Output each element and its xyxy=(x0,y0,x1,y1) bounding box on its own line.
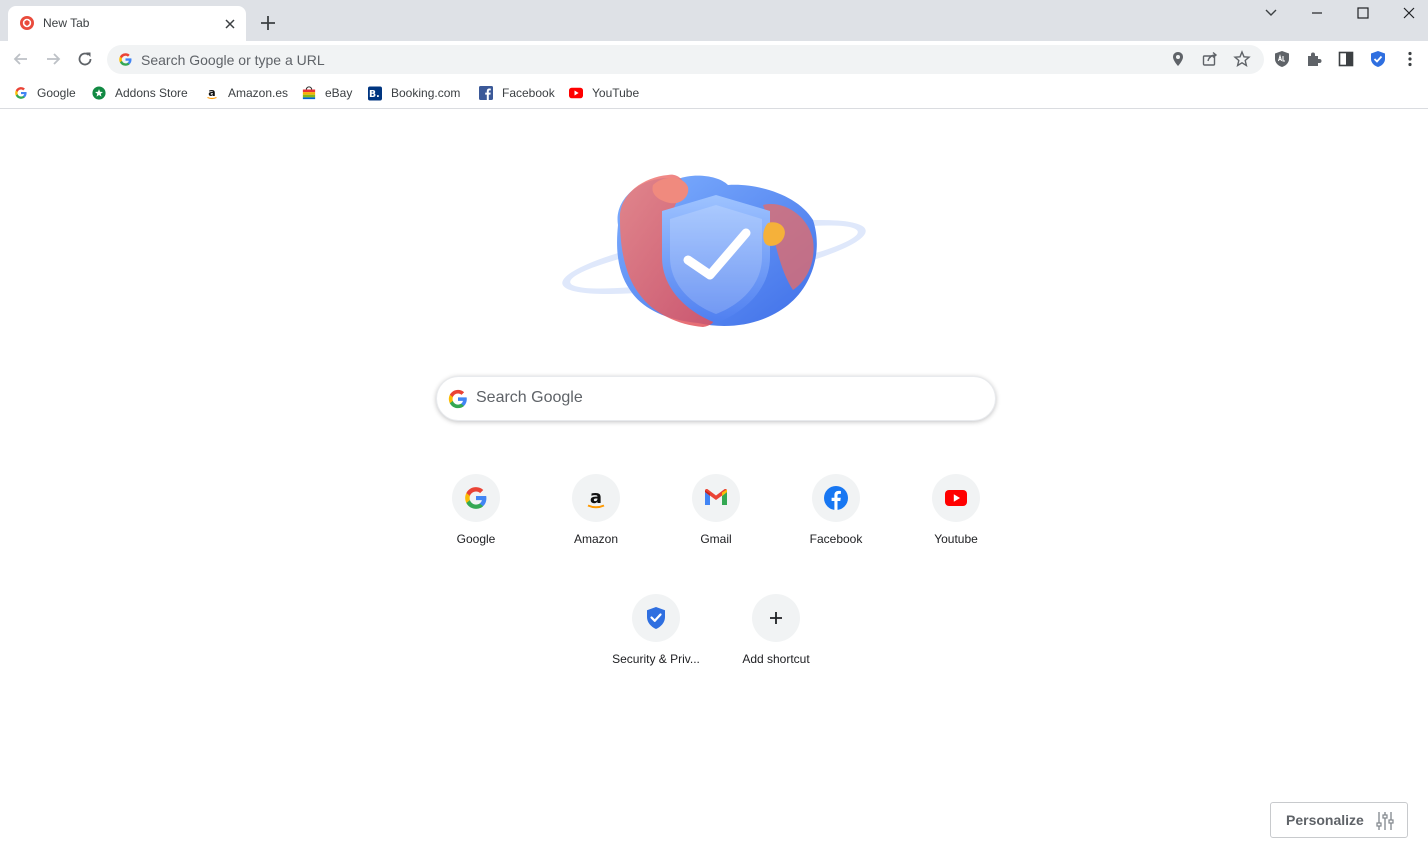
svg-text:a: a xyxy=(208,86,215,99)
address-bar[interactable]: Search Google or type a URL xyxy=(107,45,1264,74)
gmail-icon xyxy=(705,489,727,505)
bookmark-amazon[interactable]: a Amazon.es xyxy=(205,83,288,103)
bookmark-label: YouTube xyxy=(592,86,640,100)
shortcut-icon-circle: a xyxy=(572,474,620,522)
more-menu-icon[interactable] xyxy=(1400,49,1420,69)
google-icon xyxy=(465,487,487,509)
new-tab-button[interactable] xyxy=(258,13,278,33)
forward-arrow-icon[interactable] xyxy=(43,49,63,69)
minimize-window-icon[interactable] xyxy=(1307,4,1327,22)
shortcut-amazon[interactable]: a Amazon xyxy=(540,474,652,574)
amazon-icon: a xyxy=(587,487,605,509)
shortcut-icon-circle xyxy=(752,594,800,642)
bookmark-booking[interactable]: B. Booking.com xyxy=(368,83,460,103)
shortcut-gmail[interactable]: Gmail xyxy=(660,474,772,574)
sliders-icon xyxy=(1376,812,1394,830)
shortcut-facebook[interactable]: Facebook xyxy=(780,474,892,574)
bookmark-facebook[interactable]: Facebook xyxy=(479,83,555,103)
address-bar-placeholder: Search Google or type a URL xyxy=(141,52,325,68)
bookmark-youtube[interactable]: YouTube xyxy=(569,83,639,103)
youtube-icon xyxy=(569,86,583,100)
shortcut-label: Google xyxy=(456,532,496,546)
bookmarks-bar: Google Addons Store a Amazon.es eBay B. … xyxy=(0,77,1428,109)
bookmark-label: Booking.com xyxy=(391,86,461,100)
bookmark-addons-store[interactable]: Addons Store xyxy=(92,83,188,103)
security-hero-illustration xyxy=(562,174,866,327)
shortcut-icon-circle xyxy=(692,474,740,522)
shortcut-label: Gmail xyxy=(700,532,732,546)
bookmark-google[interactable]: Google xyxy=(14,83,76,103)
shortcut-icon-circle xyxy=(452,474,500,522)
tab-search-icon[interactable] xyxy=(1261,4,1281,22)
browser-logo-icon xyxy=(20,16,34,30)
shortcut-security-privacy[interactable]: Security & Priv... xyxy=(600,594,712,694)
bookmark-label: Facebook xyxy=(502,86,555,100)
close-window-icon[interactable] xyxy=(1399,4,1419,22)
shield-check-icon xyxy=(647,607,665,629)
reload-icon[interactable] xyxy=(75,49,95,69)
shortcut-label: Youtube xyxy=(934,532,978,546)
personalize-button[interactable]: Personalize xyxy=(1270,802,1408,838)
svg-text:a: a xyxy=(590,487,602,508)
google-icon xyxy=(14,86,28,100)
adblock-extension-icon[interactable] xyxy=(1272,49,1292,69)
bookmark-star-icon[interactable] xyxy=(1233,50,1251,68)
shortcut-label: Security & Priv... xyxy=(612,652,700,666)
close-tab-icon[interactable] xyxy=(222,16,238,32)
location-pin-icon[interactable] xyxy=(1169,50,1187,68)
share-icon[interactable] xyxy=(1201,50,1219,68)
tab-strip: New Tab xyxy=(0,0,1428,41)
tab-title: New Tab xyxy=(43,16,90,30)
side-panel-icon[interactable] xyxy=(1336,49,1356,69)
tab-new-tab[interactable]: New Tab xyxy=(8,6,246,41)
youtube-icon xyxy=(945,490,967,506)
plus-icon xyxy=(770,612,782,624)
back-arrow-icon[interactable] xyxy=(11,49,31,69)
facebook-icon xyxy=(479,86,493,100)
amazon-icon: a xyxy=(205,86,219,100)
svg-text:B.: B. xyxy=(369,89,380,100)
add-shortcut-button[interactable]: Add shortcut xyxy=(720,594,832,694)
bookmark-label: Amazon.es xyxy=(228,86,289,100)
google-icon xyxy=(448,389,467,409)
shortcut-label: Amazon xyxy=(573,532,619,546)
extensions-puzzle-icon[interactable] xyxy=(1304,49,1324,69)
google-icon xyxy=(119,53,132,66)
search-box[interactable]: Search Google xyxy=(436,376,996,421)
maximize-window-icon[interactable] xyxy=(1353,4,1373,22)
security-shield-icon[interactable] xyxy=(1368,49,1388,69)
shortcut-icon-circle xyxy=(632,594,680,642)
booking-icon: B. xyxy=(368,86,382,100)
shortcut-google[interactable]: Google xyxy=(420,474,532,574)
bookmark-label: Google xyxy=(37,86,76,100)
shortcut-label: Add shortcut xyxy=(742,652,810,666)
bookmark-label: Addons Store xyxy=(115,86,188,100)
shortcut-icon-circle xyxy=(812,474,860,522)
shortcut-label: Facebook xyxy=(809,532,863,546)
shortcut-youtube[interactable]: Youtube xyxy=(900,474,1012,574)
personalize-label: Personalize xyxy=(1286,812,1364,828)
ebay-icon xyxy=(302,86,316,100)
search-placeholder: Search Google xyxy=(476,389,583,406)
toolbar: Search Google or type a URL xyxy=(0,41,1428,77)
bookmark-label: eBay xyxy=(325,86,353,100)
addons-store-icon xyxy=(92,86,106,100)
facebook-icon xyxy=(824,486,848,510)
bookmark-ebay[interactable]: eBay xyxy=(302,83,352,103)
shortcut-icon-circle xyxy=(932,474,980,522)
